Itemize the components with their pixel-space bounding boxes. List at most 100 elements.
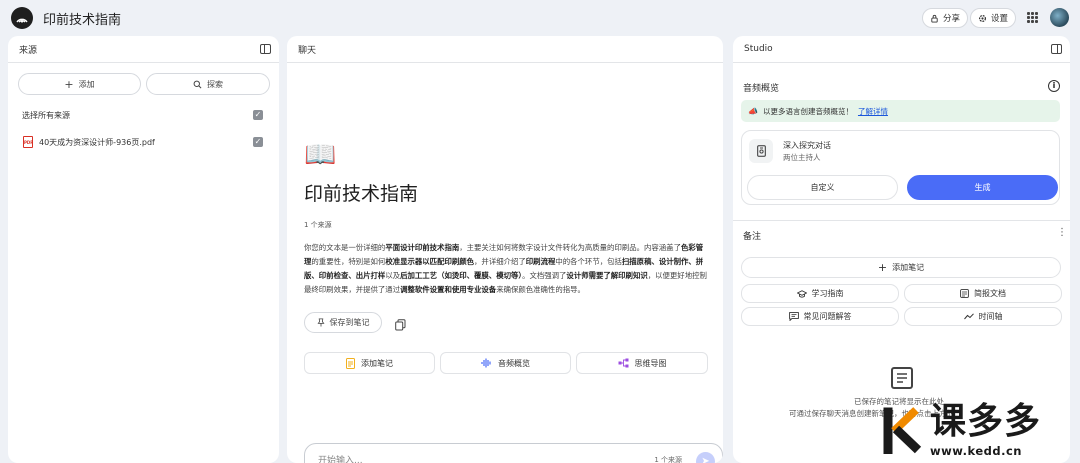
summary-bold-segment: 调整软件设置和使用专业设备 [400,285,497,294]
summary-segment: 以及 [385,271,401,280]
deep-dive-title: 深入探究对话 [783,141,831,150]
settings-label: 设置 [991,14,1009,24]
learn-more-link[interactable]: 了解详情 [858,106,888,117]
pdf-file-icon: PDF [23,136,33,148]
chat-panel: 聊天 📖 印前技术指南 1 个来源 你您的文本是一份详细的平面设计印前技术指南，… [287,36,723,463]
banner-text: 以更多语言创建音频概览！ [762,106,853,116]
brief-doc-label: 简报文档 [974,289,1006,298]
chat-title: 聊天 [298,45,317,56]
send-arrow-icon: ➤ [701,456,710,463]
save-to-note-button[interactable]: 保存到笔记 [304,312,382,333]
info-icon[interactable]: i [1048,80,1060,92]
share-label: 分享 [943,14,961,24]
deep-dive-card: 深入探究对话 两位主持人 自定义 生成 [741,130,1060,205]
select-all-checkbox[interactable]: ✓ [253,110,263,120]
audio-overview-action[interactable]: 音频概览 [440,352,571,374]
faq-label: 常见问题解答 [803,312,852,321]
notebook-logo-icon[interactable] [11,7,33,29]
add-note-action[interactable]: 添加笔记 [304,352,435,374]
note-icon [346,357,355,369]
top-bar: 印前技术指南 分享 设置 [0,0,1080,36]
apps-grid-icon[interactable] [1027,12,1038,23]
chat-input-placeholder[interactable]: 开始输入... [318,453,363,463]
explore-search-icon [193,80,202,88]
pin-icon [316,318,325,327]
brief-doc-button[interactable]: 简报文档 [904,284,1062,303]
studio-header: Studio [733,36,1070,63]
collapse-studio-icon[interactable] [1051,44,1062,54]
podcast-file-icon [749,139,773,163]
empty-notes-subtitle: 可通过保存聊天消息创建新笔记，也可点击上方的 [789,409,954,418]
explore-label: 探索 [207,79,223,89]
generate-button[interactable]: 生成 [907,175,1058,200]
summary-bold-segment: 平面设计印前技术指南 [385,243,460,252]
summary-segment: 中的各个环节，包括 [555,257,622,266]
sources-title: 来源 [19,45,38,56]
faq-icon [788,312,799,321]
faq-button[interactable]: 常见问题解答 [741,307,899,326]
notebook-summary: 你您的文本是一份详细的平面设计印前技术指南，主要关注如何将数字设计文件转化为高质… [304,241,709,297]
summary-segment: 的重要性，特别是如何 [311,257,386,266]
chat-input-source-count: 1 个来源 [654,456,682,463]
add-note-plus-icon: + [877,261,888,274]
audio-wave-icon [481,358,491,368]
generate-label: 生成 [974,183,991,192]
deep-dive-subtitle: 两位主持人 [783,153,821,162]
summary-segment: 来确保颜色准确性的指导。 [496,285,585,294]
megaphone-icon: 📣 [748,106,758,116]
plus-icon: + [64,77,74,91]
study-guide-label: 学习指南 [811,289,844,298]
study-guide-icon [796,289,807,298]
sources-header: 来源 [8,36,279,63]
notes-more-icon[interactable]: ⋮ [1057,227,1067,239]
summary-segment: 。文档强调了 [522,271,567,280]
summary-segment: ，并详细介绍了 [474,257,526,266]
avatar[interactable] [1050,8,1069,27]
notebook-emoji: 📖 [304,140,337,170]
source-item[interactable]: PDF 40天成为资深设计师-936页.pdf ✓ [8,132,279,152]
customize-button[interactable]: 自定义 [747,175,898,200]
add-source-label: 添加 [78,79,95,89]
timeline-label: 时间轴 [978,312,1003,321]
notes-title: 备注 [743,232,762,242]
audio-overview-action-label: 音频概览 [498,358,530,368]
summary-bold-segment: 设计师需要了解印刷知识 [566,271,648,280]
timeline-icon [963,313,974,320]
summary-bold-segment: 后加工工艺（如烫印、覆膜、模切等） [400,271,523,280]
app-title: 印前技术指南 [43,13,122,28]
select-all-label: 选择所有来源 [22,111,70,120]
mindmap-action[interactable]: 思维导图 [576,352,708,374]
empty-notes-title: 已保存的笔记将显示在此处 [854,397,944,406]
empty-notes-icon [891,367,913,389]
summary-bold-segment: 校准显示器以匹配印刷颜色 [385,257,475,266]
send-button[interactable]: ➤ [696,452,715,463]
customize-label: 自定义 [810,183,835,192]
mindmap-icon [618,358,628,368]
source-item-name: 40天成为资深设计师-936页.pdf [39,138,155,147]
chat-source-count: 1 个来源 [304,221,332,229]
sources-panel: 来源 + 添加 探索 选择所有来源 ✓ PDF 40天成为资深设计师-936页.… [8,36,279,463]
gear-icon [978,14,987,22]
studio-panel: Studio 音频概览 i 📣 以更多语言创建音频概览！ 了解详情 深入探究对话… [733,36,1070,463]
copy-icon[interactable] [395,316,406,331]
source-item-checkbox[interactable]: ✓ [253,137,263,147]
language-banner: 📣 以更多语言创建音频概览！ 了解详情 [741,100,1060,122]
share-button[interactable]: 分享 [922,8,969,28]
lock-icon [931,14,938,23]
settings-button[interactable]: 设置 [970,8,1017,28]
timeline-button[interactable]: 时间轴 [904,307,1062,326]
audio-overview-title: 音频概览 [743,84,780,94]
collapse-sources-icon[interactable] [260,44,271,54]
explore-sources-button[interactable]: 探索 [146,73,270,95]
add-note-button[interactable]: + 添加笔记 [741,257,1061,278]
chat-header: 聊天 [287,36,723,63]
summary-segment: 你您的文本是一份详细的 [304,243,386,252]
save-to-note-label: 保存到笔记 [329,318,370,327]
add-note-action-label: 添加笔记 [361,358,393,368]
add-source-button[interactable]: + 添加 [18,73,141,95]
notebook-title: 印前技术指南 [304,183,419,205]
chat-input-box[interactable]: 开始输入... 1 个来源 ➤ [304,443,723,463]
summary-bold-segment: 印刷流程 [525,257,556,266]
brief-doc-icon [960,289,969,298]
study-guide-button[interactable]: 学习指南 [741,284,899,303]
